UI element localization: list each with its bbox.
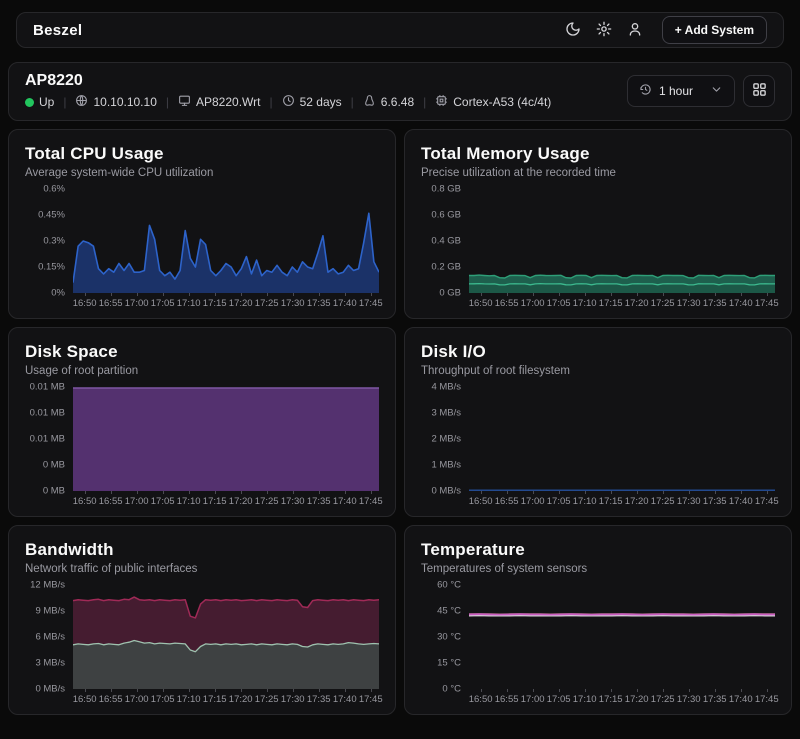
- y-axis: 60 °C45 °C30 °C15 °C0 °C: [421, 585, 469, 689]
- kernel-icon: [363, 94, 376, 110]
- chart-subtitle: Throughput of root filesystem: [421, 365, 775, 377]
- settings-button[interactable]: [596, 21, 612, 40]
- x-axis: 16:5016:5517:0017:0517:1017:1517:2017:25…: [469, 689, 775, 706]
- bandwidth-card: Bandwidth Network traffic of public inte…: [8, 525, 396, 715]
- y-axis: 0.8 GB0.6 GB0.4 GB0.2 GB0 GB: [421, 189, 469, 293]
- cpu-model: Cortex-A53 (4c/4t): [435, 94, 551, 110]
- user-icon: [627, 21, 643, 40]
- chart-subtitle: Network traffic of public interfaces: [25, 563, 379, 575]
- disk-io-chart[interactable]: [469, 387, 775, 491]
- disk-space-card: Disk Space Usage of root partition 0.01 …: [8, 327, 396, 517]
- temperature-card: Temperature Temperatures of system senso…: [404, 525, 792, 715]
- layout-grid-button[interactable]: [743, 75, 775, 107]
- memory-usage-card: Total Memory Usage Precise utilization a…: [404, 129, 792, 319]
- time-range-value: 1 hour: [659, 84, 693, 98]
- time-range-select[interactable]: 1 hour: [627, 75, 735, 107]
- cpu-usage-card: Total CPU Usage Average system-wide CPU …: [8, 129, 396, 319]
- monitor-icon: [178, 94, 191, 110]
- x-axis: 16:5016:5517:0017:0517:1017:1517:2017:25…: [469, 293, 775, 310]
- status-label: Up: [39, 95, 54, 109]
- system-name: AP8220: [25, 72, 551, 90]
- kernel-version: 6.6.48: [363, 94, 414, 110]
- brand-logo[interactable]: Beszel: [33, 22, 82, 39]
- chart-subtitle: Temperatures of system sensors: [421, 563, 775, 575]
- x-axis: 16:5016:5517:0017:0517:1017:1517:2017:25…: [73, 293, 379, 310]
- ip-address: 10.10.10.10: [75, 94, 156, 110]
- status-dot-icon: [25, 98, 34, 107]
- uptime: 52 days: [282, 94, 342, 110]
- chart-title: Disk Space: [25, 342, 379, 362]
- y-axis: 12 MB/s9 MB/s6 MB/s3 MB/s0 MB/s: [25, 585, 73, 689]
- y-axis: 0.01 MB0.01 MB0.01 MB0 MB0 MB: [25, 387, 73, 491]
- system-summary-card: AP8220 Up | 10.10.10.10 | AP8220.Wrt | 5…: [8, 62, 792, 121]
- bandwidth-chart[interactable]: [73, 585, 379, 689]
- add-system-button[interactable]: + Add System: [662, 16, 767, 44]
- chart-title: Bandwidth: [25, 540, 379, 560]
- cpu-usage-chart[interactable]: [73, 189, 379, 293]
- y-axis: 0.6%0.45%0.3%0.15%0%: [25, 189, 73, 293]
- chart-title: Total Memory Usage: [421, 144, 775, 164]
- history-clock-icon: [639, 83, 652, 99]
- grid-icon: [752, 82, 767, 100]
- hostname: AP8220.Wrt: [178, 94, 260, 110]
- chart-title: Temperature: [421, 540, 775, 560]
- disk-io-card: Disk I/O Throughput of root filesystem 4…: [404, 327, 792, 517]
- chip-icon: [435, 94, 448, 110]
- chevron-down-icon: [710, 83, 723, 99]
- globe-icon: [75, 94, 88, 110]
- y-axis: 4 MB/s3 MB/s2 MB/s1 MB/s0 MB/s: [421, 387, 469, 491]
- memory-usage-chart[interactable]: [469, 189, 775, 293]
- gear-icon: [596, 21, 612, 40]
- chart-subtitle: Precise utilization at the recorded time: [421, 167, 775, 179]
- x-axis: 16:5016:5517:0017:0517:1017:1517:2017:25…: [73, 689, 379, 706]
- top-nav: Beszel + Add System: [16, 12, 784, 48]
- chart-subtitle: Average system-wide CPU utilization: [25, 167, 379, 179]
- status-badge: Up: [25, 95, 54, 109]
- chart-title: Disk I/O: [421, 342, 775, 362]
- chart-subtitle: Usage of root partition: [25, 365, 379, 377]
- chart-grid: Total CPU Usage Average system-wide CPU …: [8, 129, 792, 715]
- clock-icon: [282, 94, 295, 110]
- user-menu-button[interactable]: [627, 21, 643, 40]
- disk-space-chart[interactable]: [73, 387, 379, 491]
- theme-toggle-button[interactable]: [565, 21, 581, 40]
- temperature-chart[interactable]: [469, 585, 775, 689]
- chart-title: Total CPU Usage: [25, 144, 379, 164]
- x-axis: 16:5016:5517:0017:0517:1017:1517:2017:25…: [469, 491, 775, 508]
- x-axis: 16:5016:5517:0017:0517:1017:1517:2017:25…: [73, 491, 379, 508]
- moon-icon: [565, 21, 581, 40]
